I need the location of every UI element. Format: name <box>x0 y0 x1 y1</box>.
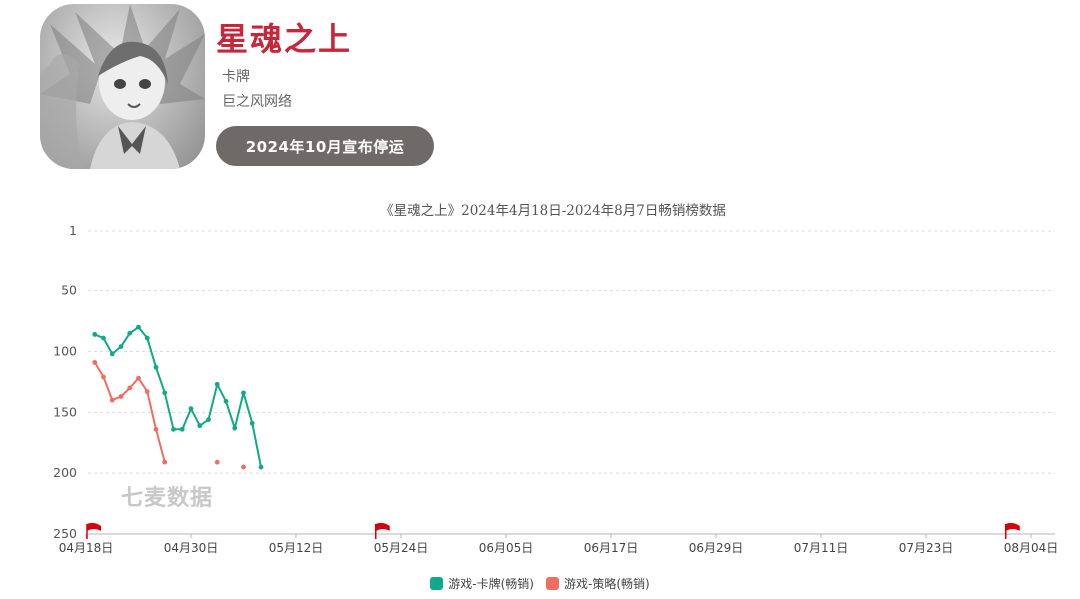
app-category: 卡牌 <box>222 69 250 85</box>
data-point <box>136 324 141 330</box>
flag-icon <box>375 522 390 531</box>
legend-swatch-strategy <box>546 577 559 590</box>
data-point <box>127 385 133 391</box>
chart-legend: 游戏-卡牌(畅销) 游戏-策略(畅销) <box>0 575 1080 592</box>
app-icon <box>40 4 205 169</box>
app-title: 星魂之上 <box>216 20 353 58</box>
chart-title: 《星魂之上》2024年4月18日-2024年8月7日畅销榜数据 <box>380 202 726 219</box>
x-tick-label: 06月17日 <box>584 541 639 555</box>
x-tick-label: 06月29日 <box>689 541 744 555</box>
x-tick-label: 04月18日 <box>59 541 114 555</box>
data-point <box>92 360 98 365</box>
data-point <box>197 423 203 429</box>
data-point <box>241 464 246 470</box>
data-point <box>232 425 238 431</box>
x-tick-label: 05月24日 <box>374 541 429 555</box>
data-point <box>153 426 159 432</box>
data-point <box>258 464 264 470</box>
data-point <box>162 459 168 465</box>
y-tick-label: 150 <box>53 404 77 419</box>
y-tick-label: 50 <box>61 283 77 298</box>
status-badge: 2024年10月宣布停运 <box>216 126 434 166</box>
data-point <box>153 364 159 370</box>
bestseller-rank-chart: 《星魂之上》2024年4月18日-2024年8月7日畅销榜数据150100150… <box>53 202 1059 555</box>
data-point <box>249 420 255 426</box>
x-tick-label: 04月30日 <box>164 541 219 555</box>
watermark: 七麦数据 <box>121 486 214 511</box>
character-artwork-icon <box>40 4 205 169</box>
data-point <box>162 390 168 396</box>
data-point <box>214 459 220 465</box>
data-point <box>101 374 106 380</box>
data-point <box>144 335 150 341</box>
data-point <box>118 344 124 350</box>
data-point <box>109 351 115 357</box>
y-tick-label: 1 <box>69 223 77 238</box>
flag-icon <box>87 522 101 531</box>
legend-label-strategy: 游戏-策略(畅销) <box>564 577 650 591</box>
data-point <box>136 375 141 381</box>
data-point <box>188 406 194 412</box>
data-point <box>241 390 246 396</box>
y-tick-label: 100 <box>53 343 77 358</box>
x-tick-label: 07月23日 <box>899 541 954 555</box>
legend-swatch-card <box>430 577 444 590</box>
x-tick-label: 05月12日 <box>269 541 324 555</box>
x-tick-label: 08月04日 <box>1004 541 1059 555</box>
legend-item-card[interactable]: 游戏-卡牌(畅销) <box>430 575 534 592</box>
app-publisher: 巨之风网络 <box>222 94 292 110</box>
y-tick-label: 250 <box>53 526 77 541</box>
data-point <box>223 398 229 404</box>
data-point <box>92 332 98 337</box>
data-point <box>206 417 211 423</box>
legend-label-card: 游戏-卡牌(畅销) <box>448 577 534 591</box>
data-point <box>171 426 176 432</box>
flag-icon <box>1005 522 1020 531</box>
data-point <box>127 330 133 336</box>
y-tick-label: 200 <box>53 465 77 480</box>
data-point <box>214 381 220 387</box>
data-point <box>118 394 124 399</box>
data-point <box>101 335 106 341</box>
legend-item-strategy[interactable]: 游戏-策略(畅销) <box>546 575 650 592</box>
data-point <box>144 389 150 395</box>
data-point <box>179 426 185 432</box>
x-tick-label: 06月05日 <box>479 541 534 555</box>
x-tick-label: 07月11日 <box>794 541 849 555</box>
data-point <box>109 397 115 403</box>
